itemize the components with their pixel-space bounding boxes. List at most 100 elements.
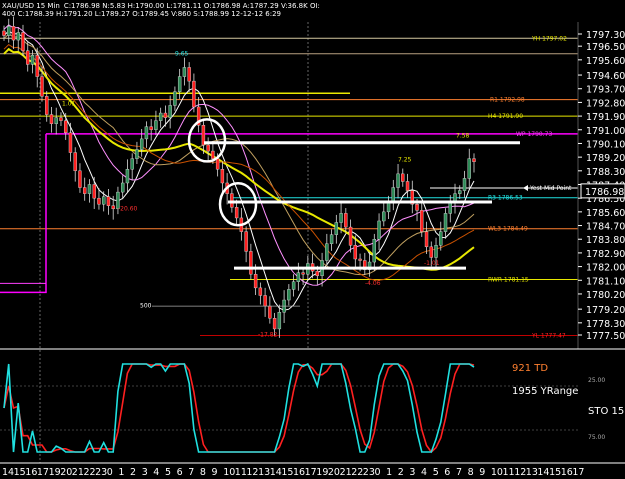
x-tick-label: 4 bbox=[421, 467, 427, 478]
candle-body bbox=[396, 173, 400, 188]
y-tick-label: 1794.60 bbox=[586, 71, 625, 82]
candle-body bbox=[344, 213, 348, 228]
x-tick-label: 15 bbox=[14, 467, 26, 478]
candle-body bbox=[16, 32, 20, 41]
candle-body bbox=[348, 226, 353, 246]
candle-body bbox=[272, 318, 277, 330]
candle-body bbox=[405, 181, 410, 191]
y-tick-label: 1777.50 bbox=[586, 331, 625, 342]
candle-body bbox=[462, 178, 467, 191]
candle-body bbox=[163, 112, 168, 118]
y-tick-label: 1780.20 bbox=[586, 290, 625, 301]
y-tick-label: 1791.00 bbox=[586, 126, 625, 137]
y-tick-label: 1778.30 bbox=[586, 319, 625, 330]
level-label: WP 1790.73 bbox=[516, 131, 552, 138]
candle-value-label: 9.65 bbox=[175, 50, 189, 57]
candle-body bbox=[111, 205, 115, 210]
x-tick-label: 11 bbox=[235, 467, 247, 478]
level-label: RWR 1781.15 bbox=[488, 277, 529, 284]
candle-value-label: -20.60 bbox=[118, 205, 138, 212]
stoch-level-lower: 75.00 bbox=[588, 434, 605, 441]
candle-body bbox=[78, 170, 82, 188]
candle-body bbox=[467, 158, 471, 179]
x-tick-label: 15 bbox=[549, 467, 561, 478]
y-tick-label: 1797.30 bbox=[586, 30, 625, 41]
x-tick-label: 19 bbox=[49, 467, 61, 478]
y-tick-label: 1781.10 bbox=[586, 276, 625, 287]
x-tick-label: 6 bbox=[177, 467, 183, 478]
y-tick-label: 1792.80 bbox=[586, 98, 625, 109]
candle-body bbox=[401, 173, 405, 182]
candle-body bbox=[434, 245, 438, 258]
x-tick-label: 3 bbox=[142, 467, 148, 478]
candle-value-label: 1.01 bbox=[62, 100, 76, 107]
header-ohlc: XAU/USD 15 Min C:1786.98 N:5.83 H:1790.00… bbox=[2, 2, 320, 10]
x-tick-label: 17 bbox=[572, 467, 584, 478]
candle-body bbox=[439, 231, 443, 246]
x-tick-label: 2 bbox=[130, 467, 136, 478]
y-tick-label: 1785.60 bbox=[586, 208, 625, 219]
x-tick-label: 1 bbox=[386, 467, 392, 478]
y-tick-label: 1788.30 bbox=[586, 167, 625, 178]
candle-body bbox=[377, 220, 381, 240]
candle-body bbox=[249, 251, 253, 275]
candle-body bbox=[158, 112, 163, 121]
candle-body bbox=[35, 55, 39, 77]
x-tick-label: 0 bbox=[107, 467, 113, 478]
x-tick-label: 11 bbox=[503, 467, 515, 478]
candle-body bbox=[125, 169, 130, 184]
candle-body bbox=[301, 272, 305, 275]
x-tick-label: 5 bbox=[433, 467, 439, 478]
candle-body bbox=[101, 196, 106, 205]
candle-body bbox=[173, 91, 177, 106]
candle-body bbox=[182, 67, 187, 77]
x-tick-label: 20 bbox=[328, 467, 340, 478]
level-label: H4 1791.90 bbox=[488, 113, 523, 120]
candle-body bbox=[443, 213, 448, 232]
candle-body bbox=[83, 187, 87, 194]
x-tick-label: 5 bbox=[165, 467, 171, 478]
candle-body bbox=[458, 190, 462, 194]
candle-value-label: 500 bbox=[140, 303, 152, 310]
candle-body bbox=[472, 158, 476, 162]
candle-body bbox=[287, 289, 291, 301]
x-tick-label: 3 bbox=[409, 467, 415, 478]
candle-body bbox=[7, 26, 11, 36]
candle-body bbox=[177, 76, 182, 92]
x-tick-label: 15 bbox=[281, 467, 293, 478]
y-tick-label: 1782.00 bbox=[586, 263, 625, 274]
candle-body bbox=[315, 270, 320, 276]
x-axis: 14 15 16 17 19 20 21 22 23 0 1 2 3 4 5 6 7 8 9 10 11 12 13 14 15… bbox=[2, 467, 584, 478]
candle-body bbox=[206, 144, 210, 152]
x-tick-label: 13 bbox=[526, 467, 538, 478]
candle-body bbox=[130, 158, 134, 170]
candle-value-label: -17.82 bbox=[258, 332, 278, 339]
x-tick-label: 20 bbox=[60, 467, 72, 478]
y-tick-label: 1791.90 bbox=[586, 112, 625, 123]
candle-body bbox=[382, 211, 386, 222]
x-tick-label: 16 bbox=[25, 467, 37, 478]
x-tick-label: 9 bbox=[479, 467, 485, 478]
candle-body bbox=[234, 207, 239, 219]
candle-body bbox=[59, 117, 63, 121]
candle-body bbox=[26, 50, 30, 65]
x-tick-label: 16 bbox=[561, 467, 573, 478]
x-tick-label: 22 bbox=[351, 467, 363, 478]
x-tick-label: 23 bbox=[363, 467, 375, 478]
candle-body bbox=[149, 126, 153, 130]
x-tick-label: 10 bbox=[491, 467, 503, 478]
candle-body bbox=[339, 213, 343, 223]
y-tick-label: 1789.20 bbox=[586, 153, 625, 164]
yrange-label: 1955 YRange bbox=[512, 386, 578, 397]
level-label: Yest Mid Point bbox=[529, 185, 572, 192]
candle-body bbox=[30, 55, 35, 65]
candle-body bbox=[40, 76, 44, 97]
candle-body bbox=[192, 80, 196, 108]
x-tick-label: 8 bbox=[468, 467, 474, 478]
candle-body bbox=[64, 120, 68, 134]
current-price-label: 1786.98 bbox=[585, 187, 624, 198]
candle-body bbox=[296, 272, 301, 282]
candle-body bbox=[144, 126, 149, 140]
candle-body bbox=[415, 204, 419, 211]
x-tick-label: 21 bbox=[340, 467, 352, 478]
